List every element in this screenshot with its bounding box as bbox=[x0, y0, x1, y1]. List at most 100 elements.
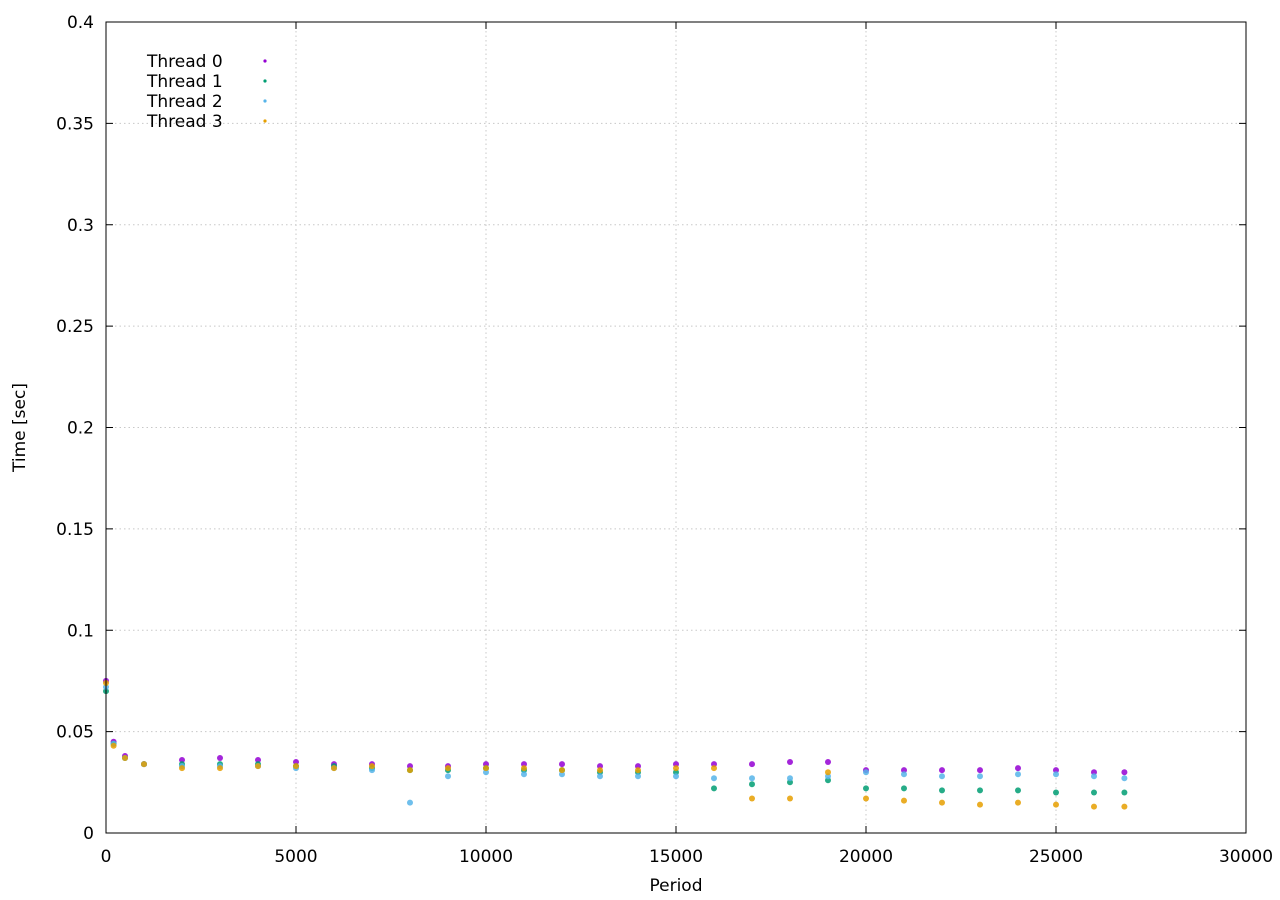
data-point bbox=[901, 797, 907, 804]
data-point bbox=[673, 773, 679, 780]
legend: Thread 0Thread 1Thread 2Thread 3 bbox=[146, 52, 267, 132]
data-point bbox=[407, 799, 413, 806]
series-1 bbox=[103, 688, 1128, 796]
data-points bbox=[103, 677, 1128, 810]
data-point bbox=[1121, 775, 1128, 782]
x-tick-label: 5000 bbox=[274, 847, 317, 867]
data-point bbox=[597, 767, 603, 774]
y-tick-label: 0.15 bbox=[56, 520, 94, 540]
data-point bbox=[787, 759, 793, 765]
data-point bbox=[1015, 765, 1021, 772]
series-3 bbox=[103, 680, 1128, 810]
data-point bbox=[863, 769, 869, 776]
data-point bbox=[1053, 771, 1059, 778]
data-point bbox=[293, 763, 299, 770]
data-point bbox=[825, 769, 831, 776]
data-point bbox=[179, 765, 185, 772]
data-point bbox=[711, 775, 717, 782]
x-tick-label: 30000 bbox=[1219, 847, 1273, 867]
legend-marker bbox=[263, 59, 267, 63]
data-point bbox=[559, 761, 565, 768]
legend-marker bbox=[263, 119, 267, 123]
data-point bbox=[1121, 789, 1128, 796]
data-point bbox=[1091, 789, 1097, 796]
data-point bbox=[1015, 787, 1021, 794]
legend-marker bbox=[263, 99, 267, 103]
data-point bbox=[369, 763, 375, 770]
x-tick-label: 0 bbox=[101, 847, 112, 867]
series-0 bbox=[103, 677, 1128, 776]
data-point bbox=[977, 767, 983, 774]
data-point bbox=[521, 765, 527, 772]
data-point bbox=[1091, 803, 1097, 810]
y-tick-label: 0.3 bbox=[67, 216, 94, 236]
x-tick-label: 10000 bbox=[459, 847, 513, 867]
x-axis-title: Period bbox=[649, 876, 702, 896]
data-point bbox=[521, 771, 527, 778]
data-point bbox=[711, 785, 717, 792]
legend-label: Thread 0 bbox=[146, 52, 223, 72]
data-point bbox=[787, 795, 793, 802]
data-point bbox=[217, 755, 223, 761]
data-point bbox=[825, 759, 831, 765]
data-point bbox=[977, 773, 983, 780]
data-point bbox=[331, 765, 337, 772]
data-point bbox=[711, 765, 717, 772]
data-point bbox=[122, 755, 128, 761]
x-tick-label: 15000 bbox=[649, 847, 703, 867]
data-point bbox=[977, 801, 983, 808]
y-tick-label: 0.35 bbox=[56, 114, 94, 134]
data-point bbox=[217, 765, 223, 772]
legend-label: Thread 1 bbox=[146, 72, 223, 92]
data-point bbox=[635, 773, 641, 780]
y-tick-label: 0.05 bbox=[56, 723, 94, 743]
data-point bbox=[939, 767, 945, 774]
legend-marker bbox=[263, 79, 267, 83]
data-point bbox=[749, 775, 755, 782]
data-point bbox=[407, 767, 413, 774]
y-tick-label: 0.4 bbox=[67, 13, 94, 33]
data-point bbox=[749, 795, 755, 802]
legend-label: Thread 3 bbox=[146, 112, 223, 132]
data-point bbox=[110, 742, 117, 749]
data-point bbox=[787, 775, 793, 782]
data-point bbox=[863, 785, 869, 792]
y-tick-label: 0.1 bbox=[67, 621, 94, 641]
data-point bbox=[559, 767, 565, 774]
data-point bbox=[635, 767, 641, 774]
data-point bbox=[901, 771, 907, 778]
data-point bbox=[749, 761, 755, 768]
data-point bbox=[1053, 801, 1059, 808]
data-point bbox=[445, 765, 451, 772]
data-point bbox=[939, 773, 945, 780]
data-point bbox=[1121, 803, 1128, 810]
data-point bbox=[673, 765, 679, 772]
data-point bbox=[901, 785, 907, 792]
data-point bbox=[939, 787, 945, 794]
tick-labels: 0 5000 10000 15000 20000 25000 30000 0 0.05 0.1 0.… bbox=[56, 13, 1273, 867]
data-point bbox=[1053, 789, 1059, 796]
data-point bbox=[445, 773, 451, 780]
data-point bbox=[483, 765, 489, 772]
scatter-chart: 0 5000 10000 15000 20000 25000 30000 0 0.05 0.1 0.… bbox=[0, 0, 1280, 896]
data-point bbox=[939, 799, 945, 806]
x-tick-label: 20000 bbox=[839, 847, 893, 867]
data-point bbox=[977, 787, 983, 794]
data-point bbox=[597, 773, 603, 780]
data-point bbox=[1015, 771, 1021, 778]
data-point bbox=[1015, 799, 1021, 806]
series-2 bbox=[103, 684, 1128, 806]
data-point bbox=[255, 763, 261, 770]
y-axis-title: Time [sec] bbox=[10, 383, 30, 473]
data-point bbox=[863, 795, 869, 802]
grid-lines bbox=[106, 22, 1246, 833]
legend-label: Thread 2 bbox=[146, 92, 223, 112]
data-point bbox=[1091, 773, 1097, 780]
data-point bbox=[749, 781, 755, 788]
data-point bbox=[1121, 769, 1128, 776]
chart-canvas: 0 5000 10000 15000 20000 25000 30000 0 0.05 0.1 0.… bbox=[10, 13, 1273, 896]
y-tick-label: 0.2 bbox=[67, 419, 94, 439]
x-tick-label: 25000 bbox=[1029, 847, 1083, 867]
y-tick-label: 0.25 bbox=[56, 317, 94, 337]
data-point bbox=[141, 761, 147, 768]
